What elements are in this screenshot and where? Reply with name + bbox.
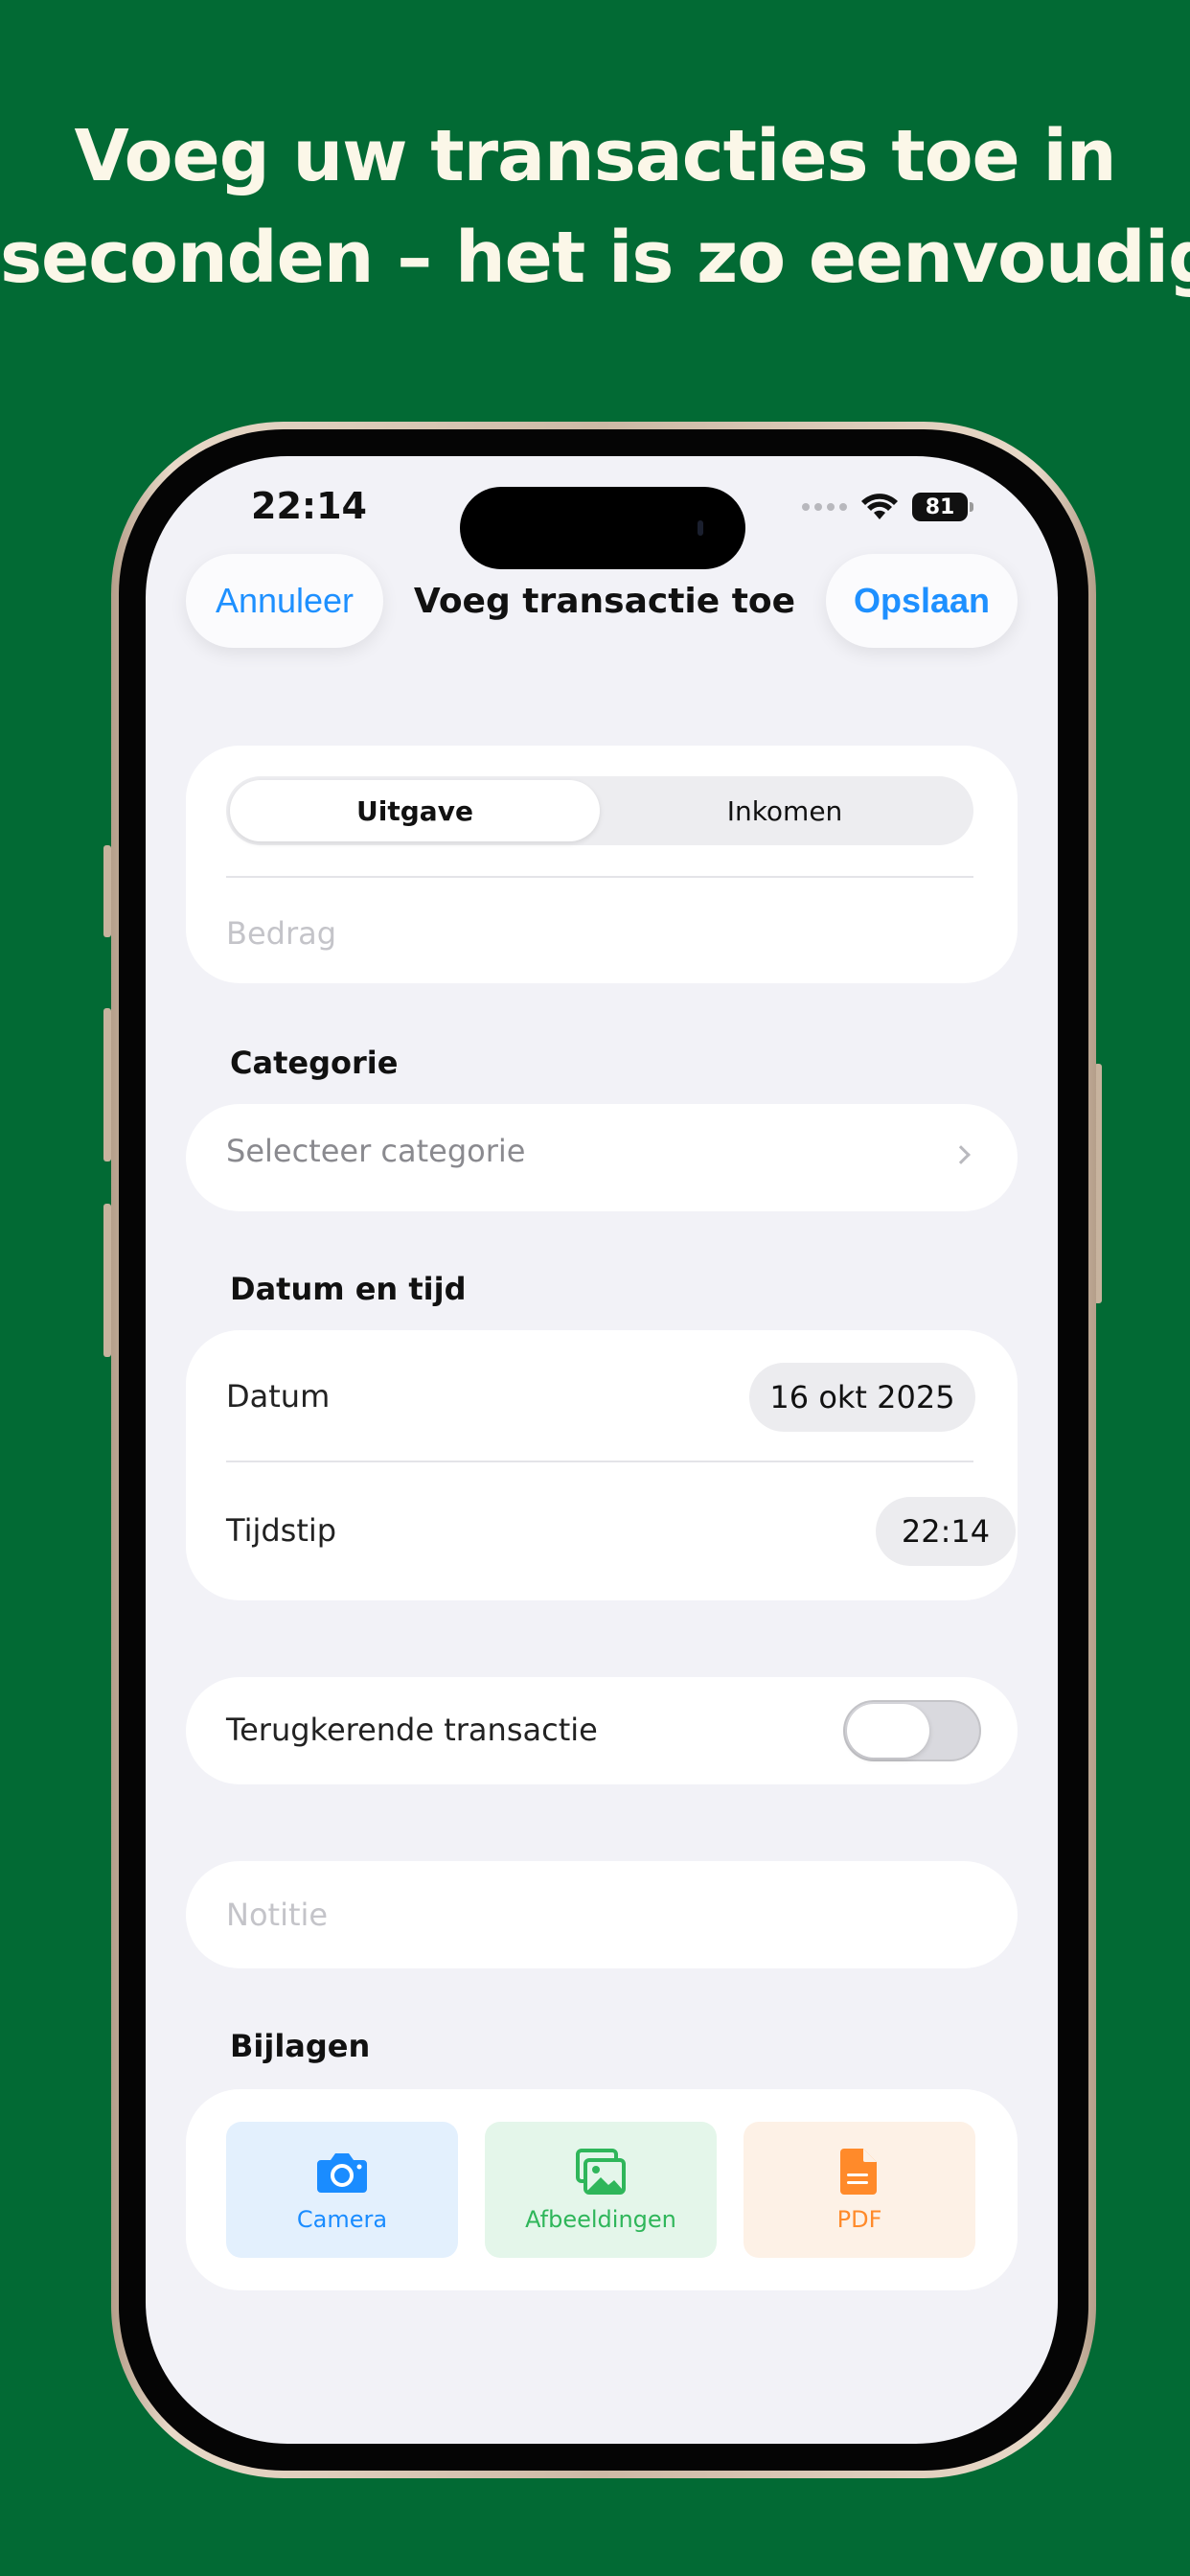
camera-icon — [317, 2153, 367, 2193]
front-camera — [698, 520, 703, 536]
note-card: Notitie — [186, 1861, 1018, 1968]
status-indicators: 81 — [802, 491, 973, 523]
category-section-title: Categorie — [230, 1045, 399, 1081]
amount-card: Uitgave Inkomen Bedrag — [186, 746, 1018, 983]
camera-button[interactable]: Camera — [226, 2122, 458, 2258]
time-picker[interactable]: 22:14 — [876, 1497, 1016, 1566]
cellular-signal-icon — [802, 503, 847, 511]
headline-line-1: Voeg uw transacties toe in — [74, 115, 1116, 197]
datetime-card: Datum 16 okt 2025 Tijdstip 22:14 — [186, 1330, 1018, 1600]
phone-screen: 22:14 81 Annuleer Voeg transactie toe Op… — [146, 456, 1058, 2444]
divider — [226, 876, 973, 878]
segment-expense[interactable]: Uitgave — [230, 780, 600, 841]
date-picker[interactable]: 16 okt 2025 — [749, 1363, 975, 1432]
status-time: 22:14 — [251, 485, 367, 527]
cancel-button[interactable]: Annuleer — [186, 554, 383, 648]
divider — [226, 1460, 973, 1462]
battery-icon: 81 — [912, 493, 973, 521]
date-label: Datum — [226, 1378, 331, 1414]
camera-label: Camera — [296, 2206, 388, 2233]
note-input[interactable]: Notitie — [226, 1890, 973, 1940]
recurring-card: Terugkerende transactie — [186, 1677, 1018, 1784]
recurring-label: Terugkerende transactie — [226, 1712, 598, 1748]
save-button[interactable]: Opslaan — [826, 554, 1018, 648]
amount-input[interactable]: Bedrag — [226, 908, 973, 958]
wifi-icon — [861, 494, 898, 519]
recurring-toggle[interactable] — [843, 1700, 981, 1761]
category-selector[interactable]: Selecteer categorie — [186, 1104, 1018, 1211]
time-label: Tijdstip — [226, 1512, 337, 1549]
volume-up-button — [103, 1008, 111, 1162]
toggle-knob — [847, 1704, 929, 1758]
photos-icon — [576, 2149, 626, 2195]
headline-line-2: seconden – het is zo eenvoudig! — [0, 217, 1190, 299]
attachments-card: Camera Afbeeldingen PDF — [186, 2089, 1018, 2290]
action-button — [103, 845, 111, 937]
type-segmented-control: Uitgave Inkomen — [226, 776, 973, 845]
pdf-label: PDF — [836, 2206, 882, 2233]
document-icon — [840, 2149, 877, 2195]
pdf-button[interactable]: PDF — [744, 2122, 975, 2258]
images-button[interactable]: Afbeeldingen — [485, 2122, 717, 2258]
category-placeholder: Selecteer categorie — [226, 1133, 526, 1169]
images-label: Afbeeldingen — [525, 2206, 676, 2233]
attachments-section-title: Bijlagen — [230, 2028, 371, 2064]
segment-income[interactable]: Inkomen — [600, 780, 970, 841]
volume-down-button — [103, 1204, 111, 1357]
chevron-right-icon — [951, 1145, 971, 1164]
datetime-section-title: Datum en tijd — [230, 1271, 467, 1307]
promo-headline: Voeg uw transacties toe in seconden – he… — [0, 105, 1190, 309]
